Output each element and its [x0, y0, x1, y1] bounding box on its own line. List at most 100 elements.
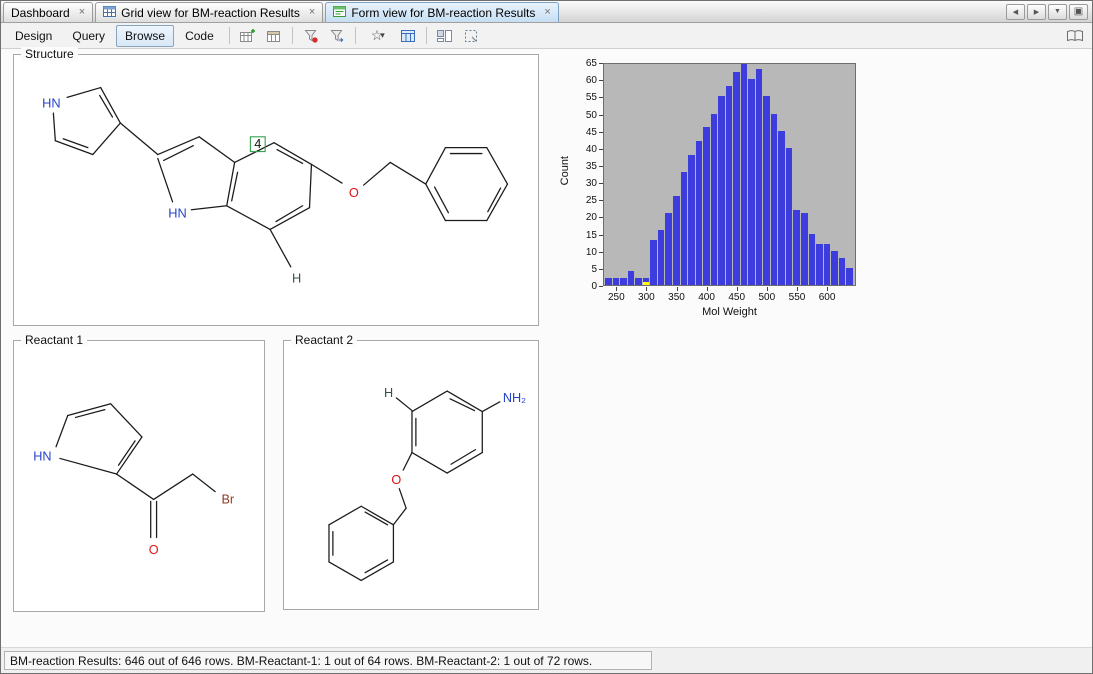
tab-form-view[interactable]: Form view for BM-reaction Results × [325, 2, 558, 22]
histogram-bar[interactable] [801, 213, 808, 285]
x-tick-label: 300 [638, 292, 655, 303]
histogram-bar[interactable] [793, 210, 800, 286]
atom-label-nh2: NH₂ [503, 391, 526, 405]
histogram-plot[interactable] [603, 63, 856, 286]
filter-icon[interactable] [299, 25, 323, 46]
histogram-bar[interactable] [696, 141, 703, 285]
tab-close-icon[interactable]: × [544, 7, 550, 18]
histogram-bar[interactable] [681, 172, 688, 285]
tab-close-icon[interactable]: × [309, 7, 315, 18]
status-bar: BM-reaction Results: 646 out of 646 rows… [1, 647, 1092, 673]
save-table-icon[interactable] [396, 25, 420, 46]
y-tick-mark [599, 63, 603, 64]
histogram-bar[interactable] [605, 278, 612, 285]
y-tick-mark [599, 115, 603, 116]
y-tick-label: 20 [563, 212, 597, 223]
x-tick-mark [737, 287, 738, 291]
histogram-bar[interactable] [628, 271, 635, 285]
histogram-bar[interactable] [763, 96, 770, 285]
code-button[interactable]: Code [176, 25, 223, 47]
tab-grid-view[interactable]: Grid view for BM-reaction Results × [95, 2, 323, 22]
y-tick-mark [599, 132, 603, 133]
toolbar-separator [426, 27, 427, 44]
edit-grid-icon[interactable] [262, 25, 286, 46]
histogram-bar[interactable] [831, 251, 838, 285]
histogram-bar[interactable] [635, 278, 642, 285]
atom-label-br: Br [221, 492, 234, 506]
y-tick-label: 5 [563, 264, 597, 275]
main-toolbar: Design Query Browse Code ☆ ▾ [1, 23, 1092, 49]
reactant1-canvas[interactable]: HN O Br [17, 344, 261, 608]
query-button[interactable]: Query [63, 25, 114, 47]
tab-dashboard[interactable]: Dashboard × [3, 2, 93, 22]
atom-label-o: O [391, 473, 401, 487]
x-tick-mark [707, 287, 708, 291]
y-tick-mark [599, 217, 603, 218]
atom-label-nh: HN [168, 206, 186, 221]
selection-marquee-icon[interactable] [459, 25, 483, 46]
histogram-bar[interactable] [711, 114, 718, 286]
y-tick-mark [599, 269, 603, 270]
y-tick-label: 30 [563, 178, 597, 189]
histogram-bar[interactable] [824, 244, 831, 285]
form-layout-icon[interactable] [433, 25, 457, 46]
favorites-star-icon[interactable]: ☆ ▾ [362, 25, 394, 46]
histogram-bar[interactable] [673, 196, 680, 285]
tab-label: Dashboard [11, 6, 70, 20]
maximize-view-button[interactable]: ▣ [1069, 4, 1088, 20]
histogram-bar[interactable] [718, 96, 725, 285]
x-tick-label: 450 [728, 292, 745, 303]
toolbar-separator [355, 27, 356, 44]
structure-panel: Structure [13, 54, 539, 326]
scroll-tabs-left-button[interactable]: ◀ [1006, 4, 1025, 20]
book-icon[interactable] [1063, 25, 1087, 46]
histogram-bar[interactable] [665, 213, 672, 285]
histogram-bar[interactable] [658, 230, 665, 285]
atom-label-o: O [349, 185, 359, 200]
histogram-bar[interactable] [756, 69, 763, 285]
histogram-bar[interactable] [771, 114, 778, 286]
atom-label-nh: HN [33, 449, 51, 463]
tab-list-dropdown-button[interactable]: ▼ [1048, 4, 1067, 20]
histogram-selected-bar [643, 282, 650, 285]
reactant2-canvas[interactable]: H NH₂ O [287, 344, 535, 606]
browse-button[interactable]: Browse [116, 25, 174, 47]
histogram-bar[interactable] [688, 155, 695, 285]
x-tick-mark [616, 287, 617, 291]
histogram-bar[interactable] [839, 258, 846, 285]
y-tick-mark [599, 183, 603, 184]
scroll-tabs-right-button[interactable]: ▶ [1027, 4, 1046, 20]
grid-view-icon [103, 5, 116, 21]
design-button[interactable]: Design [6, 25, 61, 47]
mol-weight-chart: Count Mol Weight 05101520253035404550556… [557, 55, 882, 325]
histogram-bar[interactable] [620, 278, 627, 285]
x-tick-label: 550 [789, 292, 806, 303]
histogram-bar[interactable] [613, 278, 620, 285]
histogram-bar[interactable] [809, 234, 816, 286]
y-tick-mark [599, 97, 603, 98]
add-grid-icon[interactable] [236, 25, 260, 46]
histogram-bar[interactable] [748, 79, 755, 285]
tab-close-icon[interactable]: × [79, 7, 85, 18]
y-tick-label: 50 [563, 110, 597, 121]
histogram-bar[interactable] [816, 244, 823, 285]
filter-flow-icon[interactable] [325, 25, 349, 46]
histogram-bar[interactable] [846, 268, 853, 285]
y-tick-mark [599, 80, 603, 81]
tab-label: Form view for BM-reaction Results [351, 6, 535, 20]
atom-label-nh: HN [42, 95, 60, 110]
histogram-bar[interactable] [650, 240, 657, 285]
x-tick-label: 400 [698, 292, 715, 303]
structure-canvas[interactable]: 4 HN HN O H [17, 58, 535, 322]
histogram-bar[interactable] [741, 63, 748, 285]
histogram-bar[interactable] [726, 86, 733, 285]
x-tick-mark [797, 287, 798, 291]
star-dropdown-caret-icon[interactable]: ▾ [380, 30, 385, 41]
histogram-bar[interactable] [786, 148, 793, 285]
histogram-bar[interactable] [733, 72, 740, 285]
histogram-bar[interactable] [703, 127, 710, 285]
x-tick-label: 250 [608, 292, 625, 303]
y-tick-mark [599, 166, 603, 167]
histogram-bar[interactable] [778, 131, 785, 285]
atom-label-o: O [149, 543, 159, 557]
